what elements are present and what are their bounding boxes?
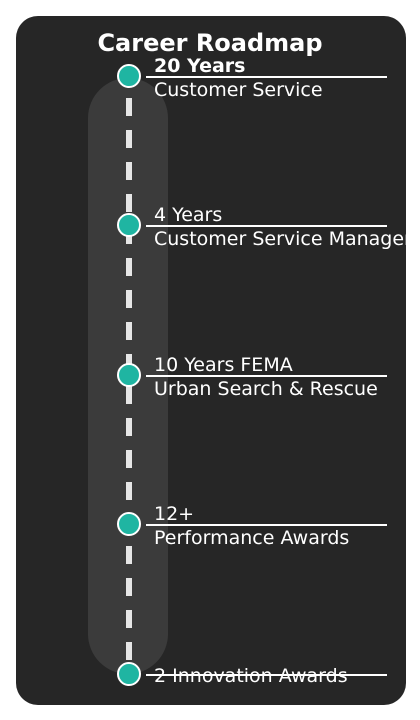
milestone: 4 Years Customer Service Manager — [16, 204, 406, 285]
milestone-label: 10 Years FEMA Urban Search & Rescue — [154, 353, 406, 401]
milestone-detail: Customer Service — [154, 79, 323, 101]
milestone-detail: Urban Search & Rescue — [154, 378, 378, 400]
milestone-headline: 10 Years FEMA — [154, 354, 293, 376]
milestone-node-icon — [117, 363, 141, 387]
milestone-label: 2 Innovation Awards — [154, 664, 406, 688]
roadmap-card: Career Roadmap 20 Years Customer Service… — [16, 16, 406, 705]
milestone-node-icon — [117, 662, 141, 686]
milestone-headline: 4 Years — [154, 204, 223, 226]
milestone: 10 Years FEMA Urban Search & Rescue — [16, 354, 406, 435]
milestone-headline: 20 Years — [154, 55, 246, 77]
milestone: 12+ Performance Awards — [16, 503, 406, 584]
milestone-headline: 2 Innovation Awards — [154, 665, 348, 687]
milestone-detail: Performance Awards — [154, 527, 350, 549]
milestone-label: 20 Years Customer Service — [154, 54, 406, 102]
milestone-label: 4 Years Customer Service Manager — [154, 203, 406, 251]
milestone-detail: Customer Service Manager — [154, 228, 406, 250]
milestone-node-icon — [117, 64, 141, 88]
milestone-node-icon — [117, 213, 141, 237]
milestone-node-icon — [117, 512, 141, 536]
milestone-headline: 12+ — [154, 503, 195, 525]
milestone: 20 Years Customer Service — [16, 55, 406, 136]
milestone: 2 Innovation Awards — [16, 662, 406, 705]
milestone-label: 12+ Performance Awards — [154, 502, 406, 550]
